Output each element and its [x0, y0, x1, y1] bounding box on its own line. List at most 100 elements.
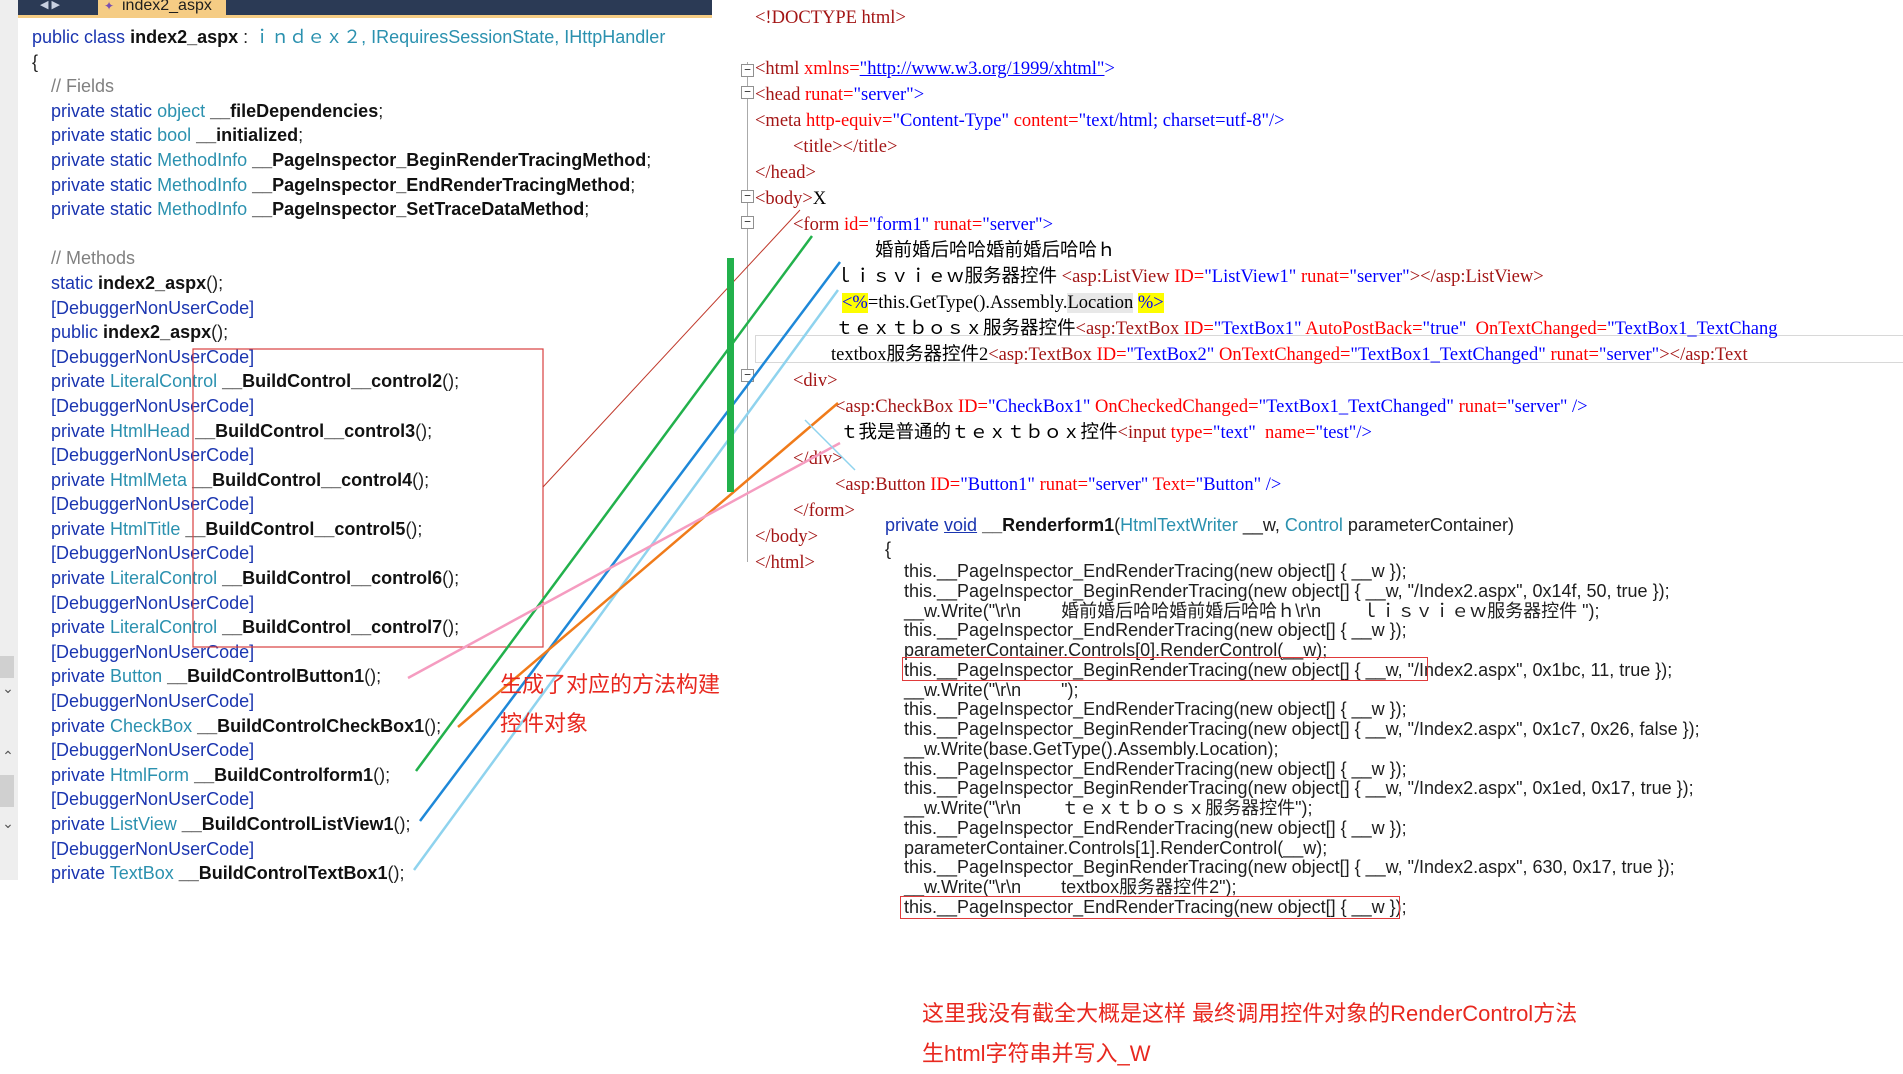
render-statement[interactable]: this.__PageInspector_BeginRenderTracing(…: [904, 856, 1675, 878]
render-statement[interactable]: __w.Write("\r\n ");: [904, 679, 1078, 701]
method-name[interactable]: __BuildControl__control7: [222, 617, 442, 637]
return-type[interactable]: HtmlMeta: [110, 470, 187, 490]
markup-line-doctype[interactable]: <!DOCTYPE html>: [755, 6, 906, 30]
field-name[interactable]: __PageInspector_SetTraceDataMethod: [252, 199, 584, 219]
markup-line-text[interactable]: 婚前婚后哈哈婚前婚后哈哈ｈ: [875, 239, 1116, 263]
collapse-toggle-icon[interactable]: −: [741, 216, 754, 229]
field-declaration[interactable]: private static object __fileDependencies…: [32, 99, 665, 124]
public-constructor[interactable]: public index2_aspx();: [32, 320, 665, 345]
class-name[interactable]: index2_aspx: [130, 27, 238, 47]
method-declaration[interactable]: private HtmlTitle __BuildControl__contro…: [32, 517, 665, 542]
markup-line-html[interactable]: <html xmlns="http://www.w3.org/1999/xhtm…: [755, 57, 1115, 81]
return-type[interactable]: ListView: [110, 814, 177, 834]
render-statement[interactable]: __w.Write("\r\n textbox服务器控件2");: [904, 876, 1237, 898]
render-signature[interactable]: private void __Renderform1(HtmlTextWrite…: [885, 514, 1514, 536]
method-declaration[interactable]: private LiteralControl __BuildControl__c…: [32, 615, 665, 640]
static-constructor[interactable]: static index2_aspx();: [32, 271, 665, 296]
method-name[interactable]: __BuildControlButton1: [167, 666, 364, 686]
base-class[interactable]: ｉｎｄｅｘ２: [253, 27, 361, 47]
field-declaration[interactable]: private static bool __initialized;: [32, 123, 665, 148]
collapse-toggle-icon[interactable]: −: [741, 190, 754, 203]
field-name[interactable]: __PageInspector_BeginRenderTracingMethod: [252, 150, 646, 170]
xmlns-link[interactable]: "http://www.w3.org/1999/xhtml": [860, 59, 1105, 79]
keyword-void[interactable]: void: [944, 515, 977, 535]
return-type[interactable]: HtmlForm: [110, 765, 189, 785]
markup-line-listview[interactable]: ｌｉｓｖｉｅｗ服务器控件 <asp:ListView ID="ListView1…: [835, 265, 1544, 289]
markup-line-head[interactable]: <head runat="server">: [755, 83, 924, 107]
markup-line-input[interactable]: ｔ我是普通的ｔｅｘｔｂｏｘ控件<input type="text" name="…: [840, 421, 1372, 445]
render-statement[interactable]: this.__PageInspector_BeginRenderTracing(…: [904, 659, 1672, 681]
collapse-toggle-icon[interactable]: −: [741, 86, 754, 99]
markup-line-html-close[interactable]: </html>: [755, 551, 815, 570]
field-declaration[interactable]: private static MethodInfo __PageInspecto…: [32, 173, 665, 198]
markup-line-checkbox[interactable]: <asp:CheckBox ID="CheckBox1" OnCheckedCh…: [835, 395, 1588, 419]
method-name[interactable]: __BuildControl__control2: [222, 371, 442, 391]
method-declaration[interactable]: private ListView __BuildControlListView1…: [32, 812, 665, 837]
markup-line-textbox2[interactable]: textbox服务器控件2<asp:TextBox ID="TextBox2" …: [831, 343, 1748, 367]
field-name[interactable]: __initialized: [196, 125, 298, 145]
markup-line-body-close[interactable]: </body>: [755, 525, 818, 549]
markup-line-form-close[interactable]: </form>: [793, 499, 855, 523]
method-declaration[interactable]: private HtmlMeta __BuildControl__control…: [32, 468, 665, 493]
method-name[interactable]: __BuildControlform1: [194, 765, 373, 785]
param-type[interactable]: Control: [1285, 515, 1343, 535]
field-type[interactable]: MethodInfo: [157, 175, 247, 195]
method-declaration[interactable]: private TextBox __BuildControlTextBox1()…: [32, 861, 665, 886]
method-name[interactable]: __BuildControl__control5: [185, 519, 405, 539]
method-declaration[interactable]: private HtmlForm __BuildControlform1();: [32, 763, 665, 788]
return-type[interactable]: CheckBox: [110, 716, 192, 736]
markup-line-div[interactable]: <div>: [793, 369, 838, 393]
method-name[interactable]: __BuildControlTextBox1: [179, 863, 388, 883]
markup-line-button[interactable]: <asp:Button ID="Button1" runat="server" …: [835, 473, 1281, 497]
render-statement[interactable]: parameterContainer.Controls[1].RenderCon…: [904, 837, 1327, 859]
render-statement[interactable]: this.__PageInspector_EndRenderTracing(ne…: [904, 758, 1407, 780]
field-type[interactable]: MethodInfo: [157, 150, 247, 170]
method-name[interactable]: index2_aspx: [103, 322, 211, 342]
render-statement[interactable]: this.__PageInspector_EndRenderTracing(ne…: [904, 817, 1407, 839]
scrollbar-thumb[interactable]: [0, 656, 14, 678]
markup-line-body[interactable]: <body>X: [755, 187, 826, 211]
markup-line-location[interactable]: <%=this.GetType().Assembly.Location %>: [842, 291, 1164, 315]
scrollbar-thumb[interactable]: [0, 775, 14, 807]
collapse-toggle-icon[interactable]: −: [741, 369, 754, 382]
tab-index2-aspx[interactable]: ✦ index2_aspx: [98, 0, 226, 15]
chevron-up-icon[interactable]: ⌃: [1, 748, 15, 765]
return-type[interactable]: LiteralControl: [110, 371, 217, 391]
method-declaration[interactable]: private HtmlHead __BuildControl__control…: [32, 419, 665, 444]
render-statement[interactable]: __w.Write(base.GetType().Assembly.Locati…: [904, 738, 1278, 760]
left-scroll-gutter[interactable]: ⌄ ⌃ ⌄: [0, 0, 18, 880]
render-statement[interactable]: this.__PageInspector_BeginRenderTracing(…: [904, 777, 1694, 799]
method-name[interactable]: __BuildControl__control3: [195, 421, 415, 441]
collapse-toggle-icon[interactable]: −: [741, 64, 754, 77]
method-name[interactable]: __BuildControlCheckBox1: [197, 716, 424, 736]
method-name[interactable]: __BuildControl__control6: [222, 568, 442, 588]
render-statement[interactable]: this.__PageInspector_EndRenderTracing(ne…: [904, 560, 1407, 582]
field-name[interactable]: __fileDependencies: [210, 101, 378, 121]
chevron-down-icon[interactable]: ⌄: [1, 815, 15, 832]
markup-line-head-close[interactable]: </head>: [755, 161, 816, 185]
field-declaration[interactable]: private static MethodInfo __PageInspecto…: [32, 148, 665, 173]
param-type[interactable]: HtmlTextWriter: [1120, 515, 1238, 535]
markup-line-div-close[interactable]: </div>: [793, 447, 843, 471]
method-name[interactable]: index2_aspx: [98, 273, 206, 293]
field-name[interactable]: __PageInspector_EndRenderTracingMethod: [252, 175, 630, 195]
method-declaration[interactable]: private LiteralControl __BuildControl__c…: [32, 566, 665, 591]
nav-arrows-icon[interactable]: ◀ ▶: [40, 0, 60, 11]
markup-line-meta[interactable]: <meta http-equiv="Content-Type" content=…: [755, 109, 1285, 133]
render-statement[interactable]: this.__PageInspector_EndRenderTracing(ne…: [904, 698, 1407, 720]
render-statement[interactable]: this.__PageInspector_EndRenderTracing(ne…: [904, 619, 1407, 641]
field-type[interactable]: object: [157, 101, 205, 121]
field-type[interactable]: MethodInfo: [157, 199, 247, 219]
return-type[interactable]: TextBox: [110, 863, 174, 883]
return-type[interactable]: LiteralControl: [110, 617, 217, 637]
method-name[interactable]: __Renderform1: [982, 515, 1114, 535]
chevron-down-icon[interactable]: ⌄: [1, 680, 15, 697]
markup-line-textbox1[interactable]: ｔｅｘｔｂｏｓｘ服务器控件<asp:TextBox ID="TextBox1" …: [835, 317, 1778, 341]
render-statement[interactable]: parameterContainer.Controls[0].RenderCon…: [904, 639, 1327, 661]
return-type[interactable]: HtmlTitle: [110, 519, 180, 539]
markup-line-form[interactable]: <form id="form1" runat="server">: [793, 213, 1053, 237]
return-type[interactable]: LiteralControl: [110, 568, 217, 588]
render-statement[interactable]: this.__PageInspector_BeginRenderTracing(…: [904, 580, 1670, 602]
field-declaration[interactable]: private static MethodInfo __PageInspecto…: [32, 197, 665, 222]
markup-line-title[interactable]: <title></title>: [793, 135, 897, 159]
